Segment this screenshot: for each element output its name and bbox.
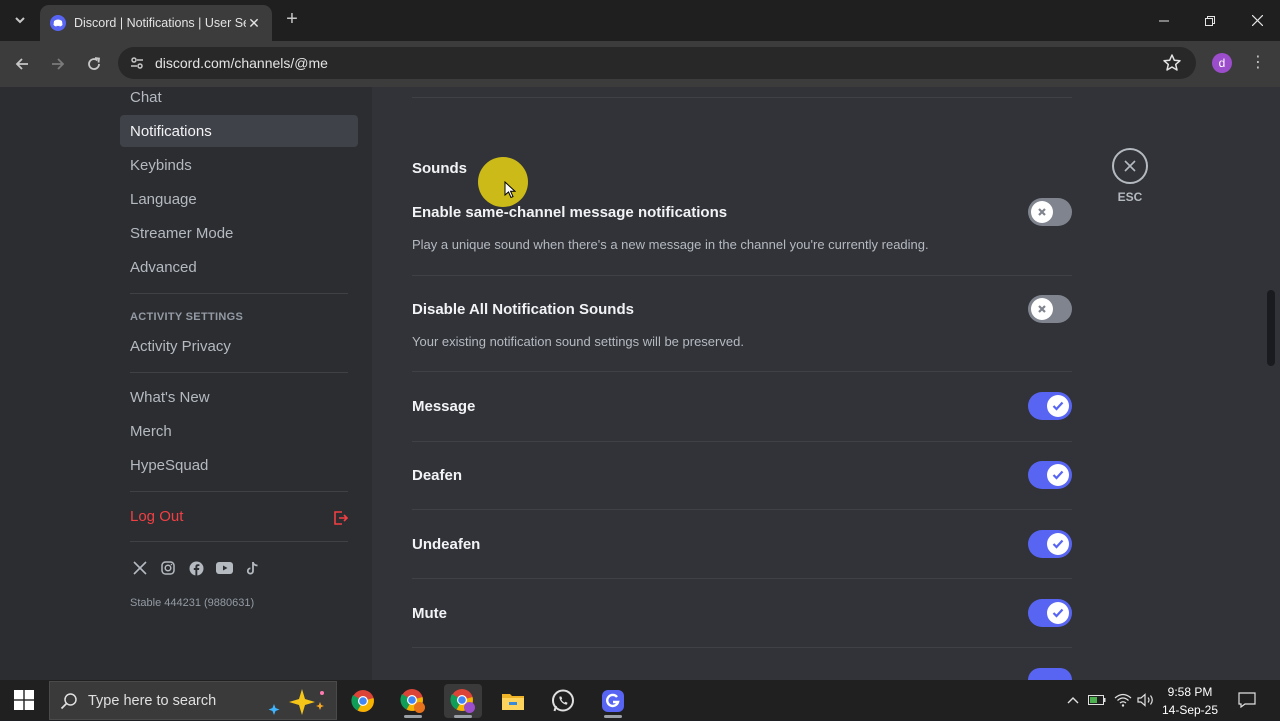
sidebar-item-streamer-mode[interactable]: Streamer Mode — [120, 217, 358, 249]
restore-icon[interactable] — [1187, 0, 1233, 41]
instagram-icon[interactable] — [159, 559, 177, 577]
url-text: discord.com/channels/@me — [155, 55, 328, 71]
setting-description: Play a unique sound when there's a new m… — [412, 237, 929, 252]
toggle-on-check-icon — [1047, 464, 1069, 486]
sidebar-item-chat[interactable]: Chat — [120, 81, 358, 113]
logout-button[interactable]: Log Out — [120, 500, 358, 532]
address-bar[interactable]: discord.com/channels/@me — [118, 47, 1196, 79]
file-explorer-taskbar-icon[interactable] — [494, 684, 532, 718]
discord-favicon-icon — [50, 15, 66, 31]
activity-settings-header: ACTIVITY SETTINGS — [130, 311, 244, 323]
sidebar-divider — [130, 293, 348, 294]
setting-title: Undeafen — [412, 536, 481, 553]
sidebar-item-notifications[interactable]: Notifications — [120, 115, 358, 147]
same-channel-notifications-toggle[interactable] — [1028, 198, 1072, 226]
toggle-on-check-icon — [1047, 602, 1069, 624]
clock-time: 9:58 PM — [1167, 685, 1213, 699]
toggle-on-check-icon — [1047, 395, 1069, 417]
forward-icon[interactable] — [46, 52, 70, 76]
row-divider — [412, 578, 1072, 579]
tab-title: Discord | Notifications | User Se — [74, 16, 246, 30]
site-info-icon[interactable] — [128, 54, 146, 72]
setting-description: Your existing notification sound setting… — [412, 334, 744, 349]
sidebar-item-language[interactable]: Language — [120, 183, 358, 215]
reload-icon[interactable] — [82, 52, 106, 76]
browser-tab-bar: Discord | Notifications | User Se ✕ + — [0, 0, 1280, 41]
tiktok-icon[interactable] — [243, 559, 261, 577]
undeafen-sound-toggle[interactable] — [1028, 530, 1072, 558]
new-tab-icon[interactable]: + — [282, 9, 302, 30]
browser-tab-discord[interactable]: Discord | Notifications | User Se ✕ — [40, 5, 272, 41]
toggle-off-x-icon — [1031, 298, 1053, 320]
window-close-icon[interactable] — [1234, 0, 1280, 41]
minimize-icon[interactable] — [1141, 0, 1187, 41]
close-settings-button[interactable] — [1112, 148, 1148, 184]
search-highlight-sparkle-icon — [264, 686, 330, 716]
chrome-taskbar-icon[interactable] — [344, 684, 382, 718]
sidebar-item-hypesquad[interactable]: HypeSquad — [120, 449, 358, 481]
mute-sound-toggle[interactable] — [1028, 599, 1072, 627]
chrome-profile-d-taskbar-icon[interactable] — [444, 684, 482, 718]
row-divider — [412, 275, 1072, 276]
back-icon[interactable] — [10, 52, 34, 76]
content-scrollbar[interactable] — [1267, 290, 1275, 366]
setting-title: Message — [412, 398, 476, 415]
youtube-icon[interactable] — [215, 559, 233, 577]
notifications-center-icon[interactable] — [1237, 690, 1257, 710]
toggle-off-x-icon — [1031, 201, 1053, 223]
taskbar-search-box[interactable]: Type here to search — [49, 681, 337, 720]
mouse-pointer-icon — [504, 181, 516, 199]
tab-close-icon[interactable]: ✕ — [246, 15, 262, 32]
sidebar-item-whats-new[interactable]: What's New — [120, 381, 358, 413]
row-divider — [412, 371, 1072, 372]
show-hidden-icons-chevron-icon[interactable] — [1066, 690, 1080, 710]
windows-start-icon[interactable] — [14, 690, 34, 710]
whatsapp-taskbar-icon[interactable] — [544, 684, 582, 718]
tab-search-chevron-icon[interactable] — [8, 8, 32, 32]
setting-title: Disable All Notification Sounds — [412, 301, 634, 318]
battery-icon[interactable] — [1088, 690, 1106, 710]
row-divider — [412, 509, 1072, 510]
sidebar-divider — [130, 372, 348, 373]
cursor-highlight — [478, 157, 528, 207]
x-icon[interactable] — [131, 559, 149, 577]
content-divider — [412, 97, 1072, 98]
volume-icon[interactable] — [1137, 690, 1155, 710]
deafen-sound-toggle[interactable] — [1028, 461, 1072, 489]
setting-title: Enable same-channel message notification… — [412, 204, 728, 221]
search-placeholder: Type here to search — [88, 692, 217, 709]
section-title: Sounds — [412, 160, 467, 177]
row-divider — [412, 647, 1072, 648]
setting-title: Deafen — [412, 467, 463, 484]
toggle-on-check-icon — [1047, 533, 1069, 555]
row-divider — [412, 441, 1072, 442]
browser-menu-icon[interactable]: ⋮ — [1250, 53, 1266, 73]
sidebar-item-advanced[interactable]: Advanced — [120, 251, 358, 283]
facebook-icon[interactable] — [187, 559, 205, 577]
bookmark-star-icon[interactable] — [1161, 52, 1183, 74]
setting-title: Mute — [412, 605, 447, 622]
taskbar-clock[interactable]: 9:58 PM 14-Sep-25 — [1158, 683, 1222, 719]
profile-avatar[interactable]: d — [1212, 53, 1232, 73]
chrome-profile-n-taskbar-icon[interactable] — [394, 684, 432, 718]
logout-icon[interactable] — [332, 510, 349, 526]
sidebar-item-activity-privacy[interactable]: Activity Privacy — [120, 330, 358, 362]
version-info: Stable 444231 (9880631) — [130, 597, 255, 609]
sidebar-item-keybinds[interactable]: Keybinds — [120, 149, 358, 181]
esc-label: ESC — [1117, 190, 1143, 204]
sidebar-divider — [130, 491, 348, 492]
wifi-icon[interactable] — [1114, 690, 1132, 710]
clock-date: 14-Sep-25 — [1161, 703, 1219, 717]
app-g-taskbar-icon[interactable] — [594, 684, 632, 718]
search-icon — [60, 692, 78, 710]
sidebar-item-merch[interactable]: Merch — [120, 415, 358, 447]
next-sound-toggle[interactable] — [1028, 668, 1072, 680]
sidebar-divider — [130, 541, 348, 542]
message-sound-toggle[interactable] — [1028, 392, 1072, 420]
disable-all-sounds-toggle[interactable] — [1028, 295, 1072, 323]
